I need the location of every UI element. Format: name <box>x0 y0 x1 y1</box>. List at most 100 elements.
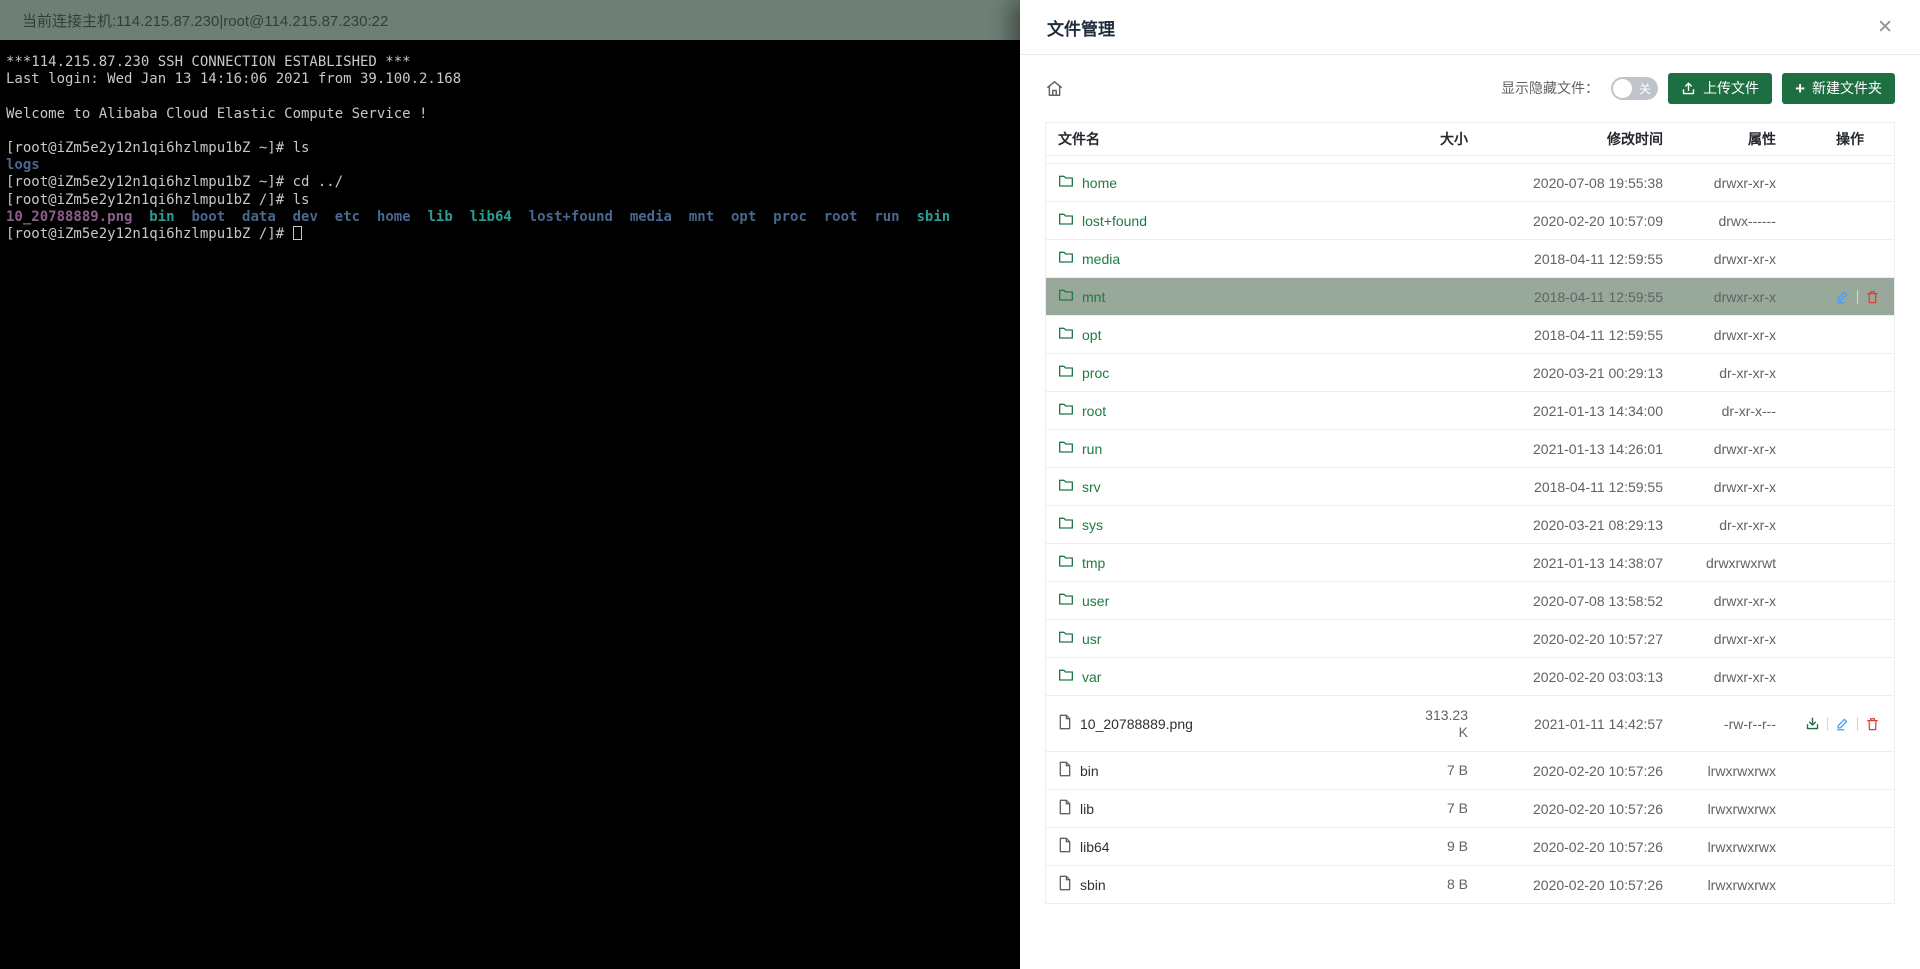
folder-icon <box>1058 249 1074 268</box>
file-mtime-cell: 2020-02-20 10:57:09 <box>1468 213 1663 229</box>
file-name-link[interactable]: tmp <box>1082 555 1105 571</box>
terminal-cursor <box>293 226 302 240</box>
file-name-cell: home <box>1046 173 1390 192</box>
file-name-link[interactable]: var <box>1082 669 1101 685</box>
file-name-link[interactable]: home <box>1082 175 1117 191</box>
folder-icon <box>1058 553 1074 572</box>
file-name-link[interactable]: run <box>1082 441 1102 457</box>
table-row-lost+found[interactable]: lost+found 2020-02-20 10:57:09drwx------ <box>1046 202 1894 240</box>
file-mtime-cell: 2020-02-20 10:57:26 <box>1468 801 1663 817</box>
table-row-home[interactable]: home2020-07-08 19:55:38drwxr-xr-x <box>1046 164 1894 202</box>
table-row-sys[interactable]: sys2020-03-21 08:29:13dr-xr-xr-x <box>1046 506 1894 544</box>
file-name-link[interactable]: usr <box>1082 631 1101 647</box>
file-name-cell: media <box>1046 249 1390 268</box>
file-mtime-cell: 2021-01-13 14:26:01 <box>1468 441 1663 457</box>
file-attr-cell: lrwxrwxrwx <box>1663 763 1788 779</box>
file-table: 文件名 大小 修改时间 属性 操作 home2020-07-08 19:55:3… <box>1045 122 1895 904</box>
file-attr-cell: drwxr-xr-x <box>1663 441 1788 457</box>
terminal-line: ***114.215.87.230 SSH CONNECTION ESTABLI… <box>6 54 1020 71</box>
table-row-var[interactable]: var2020-02-20 03:03:13drwxr-xr-x <box>1046 658 1894 696</box>
table-row-user[interactable]: user2020-07-08 13:58:52drwxr-xr-x <box>1046 582 1894 620</box>
table-row-lib[interactable]: lib 7 B2020-02-20 10:57:26lrwxrwxrwx <box>1046 790 1894 828</box>
table-row-proc[interactable]: proc2020-03-21 00:29:13dr-xr-xr-x <box>1046 354 1894 392</box>
table-row-media[interactable]: media2018-04-11 12:59:55drwxr-xr-x <box>1046 240 1894 278</box>
plus-icon: + <box>1795 80 1805 97</box>
table-row-sbin[interactable]: sbin8 B2020-02-20 10:57:26lrwxrwxrwx <box>1046 866 1894 904</box>
delete-icon[interactable] <box>1865 716 1880 732</box>
file-mtime-cell: 2021-01-13 14:34:00 <box>1468 403 1663 419</box>
file-name-link[interactable]: root <box>1082 403 1106 419</box>
column-header-attr: 属性 <box>1663 129 1788 149</box>
terminal-connection-text: 当前连接主机:114.215.87.230|root@114.215.87.23… <box>22 10 388 31</box>
table-row-root[interactable]: root2021-01-13 14:34:00dr-xr-x--- <box>1046 392 1894 430</box>
file-attr-cell: dr-xr-xr-x <box>1663 365 1788 381</box>
upload-file-button[interactable]: 上传文件 <box>1668 73 1772 104</box>
file-attr-cell: drwxr-xr-x <box>1663 289 1788 305</box>
file-size-cell: 7 B <box>1390 800 1468 817</box>
file-attr-cell: drwxr-xr-x <box>1663 593 1788 609</box>
file-size-cell: 313.23 K <box>1390 707 1468 741</box>
terminal-output[interactable]: ***114.215.87.230 SSH CONNECTION ESTABLI… <box>0 40 1020 243</box>
table-row-lib64[interactable]: lib649 B2020-02-20 10:57:26lrwxrwxrwx <box>1046 828 1894 866</box>
file-name-link[interactable]: user <box>1082 593 1109 609</box>
file-attr-cell: -rw-r--r-- <box>1663 716 1788 732</box>
new-folder-button-label: 新建文件夹 <box>1812 78 1882 98</box>
folder-icon <box>1058 515 1074 534</box>
file-name-link[interactable]: mnt <box>1082 289 1105 305</box>
file-name-link[interactable]: 10_20788889.png <box>1080 716 1193 732</box>
action-divider <box>1827 717 1828 731</box>
edit-icon[interactable] <box>1835 289 1850 304</box>
file-actions-cell <box>1788 289 1894 305</box>
column-header-name: 文件名 <box>1046 129 1390 149</box>
table-row-run[interactable]: run 2021-01-13 14:26:01drwxr-xr-x <box>1046 430 1894 468</box>
file-name-cell: lib64 <box>1046 837 1390 856</box>
file-name-cell: sbin <box>1046 875 1390 894</box>
terminal-line: Last login: Wed Jan 13 14:16:06 2021 fro… <box>6 71 1020 88</box>
file-mtime-cell: 2020-02-20 10:57:26 <box>1468 763 1663 779</box>
folder-icon <box>1058 325 1074 344</box>
file-name-cell: var <box>1046 667 1390 686</box>
file-name-cell: lost+found <box>1046 211 1390 230</box>
close-icon[interactable]: ✕ <box>1877 18 1893 37</box>
file-name-link[interactable]: lost+found <box>1082 213 1147 229</box>
table-row-10_20788889.png[interactable]: 10_20788889.png313.23 K2021-01-11 14:42:… <box>1046 696 1894 752</box>
file-icon <box>1058 799 1072 818</box>
terminal-line: 10_20788889.png bin boot data dev etc ho… <box>6 209 1020 226</box>
table-row-bin[interactable]: bin7 B2020-02-20 10:57:26lrwxrwxrwx <box>1046 752 1894 790</box>
file-name-link[interactable]: sys <box>1082 517 1103 533</box>
download-icon[interactable] <box>1805 716 1820 731</box>
file-table-body: home 2020-07-08 19:55:38 drwxr-xr-x lost+fo… <box>1046 164 1894 904</box>
table-row-opt[interactable]: opt2018-04-11 12:59:55drwxr-xr-x <box>1046 316 1894 354</box>
file-attr-cell: drwxr-xr-x <box>1663 251 1788 267</box>
file-name-link[interactable]: srv <box>1082 479 1101 495</box>
file-name-link[interactable]: lib <box>1080 801 1094 817</box>
file-name-link[interactable]: media <box>1082 251 1120 267</box>
file-name-cell: tmp <box>1046 553 1390 572</box>
file-attr-cell: lrwxrwxrwx <box>1663 877 1788 893</box>
file-mtime-cell: 2020-02-20 10:57:26 <box>1468 839 1663 855</box>
file-name-link[interactable]: sbin <box>1080 877 1106 893</box>
new-folder-button[interactable]: + 新建文件夹 <box>1782 73 1895 104</box>
file-name-cell: mnt <box>1046 287 1390 306</box>
file-mtime-cell: 2021-01-13 14:38:07 <box>1468 555 1663 571</box>
file-attr-cell: drwxr-xr-x <box>1663 669 1788 685</box>
table-row-usr[interactable]: usr2020-02-20 10:57:27drwxr-xr-x <box>1046 620 1894 658</box>
terminal-line: [root@iZm5e2y12n1qi6hzlmpu1bZ ~]# cd ../ <box>6 174 1020 191</box>
file-mtime-cell: 2020-07-08 19:55:38 <box>1468 175 1663 191</box>
file-attr-cell: lrwxrwxrwx <box>1663 801 1788 817</box>
terminal-line <box>6 88 1020 105</box>
home-icon[interactable] <box>1045 79 1064 98</box>
ssh-terminal[interactable]: 当前连接主机:114.215.87.230|root@114.215.87.23… <box>0 0 1020 969</box>
table-row-srv[interactable]: srv2018-04-11 12:59:55drwxr-xr-x <box>1046 468 1894 506</box>
table-row-tmp[interactable]: tmp2021-01-13 14:38:07drwxrwxrwt <box>1046 544 1894 582</box>
file-attr-cell: drwx------ <box>1663 213 1788 229</box>
edit-icon[interactable] <box>1835 716 1850 731</box>
table-row-mnt[interactable]: mnt2018-04-11 12:59:55drwxr-xr-x <box>1046 278 1894 316</box>
file-name-link[interactable]: lib64 <box>1080 839 1110 855</box>
file-name-cell: bin <box>1046 761 1390 780</box>
show-hidden-toggle[interactable]: 关 <box>1611 77 1658 100</box>
delete-icon[interactable] <box>1865 289 1880 305</box>
file-name-link[interactable]: proc <box>1082 365 1109 381</box>
file-name-link[interactable]: opt <box>1082 327 1101 343</box>
file-name-link[interactable]: bin <box>1080 763 1099 779</box>
